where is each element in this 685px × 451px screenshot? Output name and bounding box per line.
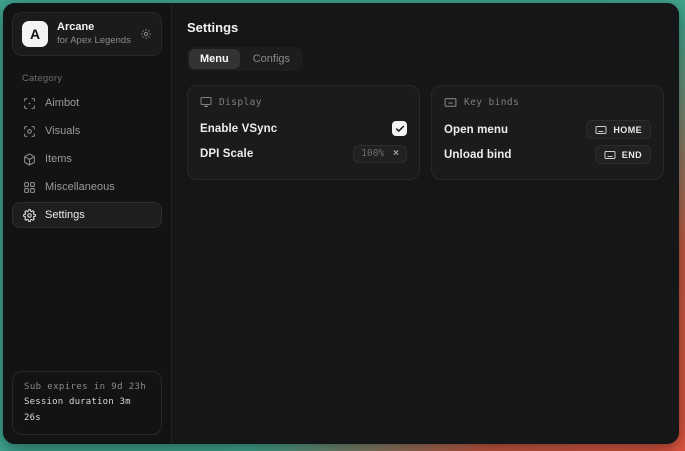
main-content: Settings Menu Configs Display — [172, 3, 679, 444]
app-subtitle: for Apex Legends — [57, 35, 131, 47]
sidebar-item-label: Visuals — [45, 125, 80, 137]
brand-text: Arcane for Apex Legends — [57, 21, 131, 47]
session-duration-text: Session duration 3m 26s — [24, 395, 150, 426]
eye-scan-icon — [23, 125, 36, 138]
box-icon — [23, 153, 36, 166]
open-menu-label: Open menu — [444, 124, 508, 136]
display-card: Display Enable VSync DPI Scale 100% × — [187, 85, 420, 180]
gear-icon — [23, 209, 36, 222]
display-card-header: Display — [200, 96, 407, 108]
keyboard-icon — [604, 150, 616, 160]
gear-icon[interactable] — [140, 28, 152, 40]
sidebar-item-visuals[interactable]: Visuals — [12, 118, 162, 144]
open-menu-key: HOME — [613, 125, 642, 135]
sidebar-item-aimbot[interactable]: Aimbot — [12, 90, 162, 116]
tab-configs[interactable]: Configs — [242, 49, 301, 69]
keyboard-icon — [595, 125, 607, 135]
subscription-card: Sub expires in 9d 23h Session duration 3… — [12, 371, 162, 435]
open-menu-row: Open menu HOME — [444, 117, 651, 142]
app-window: A Arcane for Apex Legends Category — [3, 3, 679, 444]
sidebar-item-label: Items — [45, 153, 72, 165]
tab-menu[interactable]: Menu — [189, 49, 240, 69]
open-menu-bind-button[interactable]: HOME — [586, 120, 651, 139]
sidebar-item-items[interactable]: Items — [12, 146, 162, 172]
account-card: A Arcane for Apex Legends — [12, 12, 162, 56]
grid-icon — [23, 181, 36, 194]
unload-bind-key: END — [622, 150, 642, 160]
sidebar-spacer — [3, 228, 171, 362]
unload-bind-row: Unload bind END — [444, 142, 651, 167]
sidebar-item-label: Aimbot — [45, 97, 79, 109]
page-title: Settings — [187, 20, 664, 35]
sidebar: A Arcane for Apex Legends Category — [3, 3, 172, 444]
sidebar-nav: Aimbot Visuals Items — [3, 90, 171, 228]
unload-bind-button[interactable]: END — [595, 145, 651, 164]
cards-row: Display Enable VSync DPI Scale 100% × — [187, 85, 664, 180]
sidebar-item-settings[interactable]: Settings — [12, 202, 162, 228]
display-card-title: Display — [219, 97, 262, 108]
dpi-scale-value: 100% — [361, 148, 384, 159]
tab-group: Menu Configs — [187, 47, 303, 71]
keybinds-card-title: Key binds — [464, 97, 519, 108]
sidebar-item-label: Settings — [45, 209, 85, 221]
monitor-icon — [200, 96, 212, 108]
sidebar-item-miscellaneous[interactable]: Miscellaneous — [12, 174, 162, 200]
keybinds-card: Key binds Open menu HOME — [431, 85, 664, 180]
app-title: Arcane — [57, 21, 131, 35]
unload-bind-label: Unload bind — [444, 149, 512, 161]
dpi-scale-label: DPI Scale — [200, 148, 253, 160]
dpi-scale-input[interactable]: 100% × — [353, 145, 407, 163]
crosshair-icon — [23, 97, 36, 110]
category-label: Category — [22, 73, 171, 84]
vsync-checkbox[interactable] — [392, 121, 407, 136]
clear-icon[interactable]: × — [393, 149, 399, 159]
app-logo: A — [22, 21, 48, 47]
sidebar-item-label: Miscellaneous — [45, 181, 115, 193]
keyboard-icon — [444, 96, 457, 109]
sub-expiry-text: Sub expires in 9d 23h — [24, 380, 150, 395]
keybinds-card-header: Key binds — [444, 96, 651, 109]
dpi-scale-row: DPI Scale 100% × — [200, 141, 407, 166]
vsync-label: Enable VSync — [200, 123, 277, 135]
vsync-row: Enable VSync — [200, 116, 407, 141]
